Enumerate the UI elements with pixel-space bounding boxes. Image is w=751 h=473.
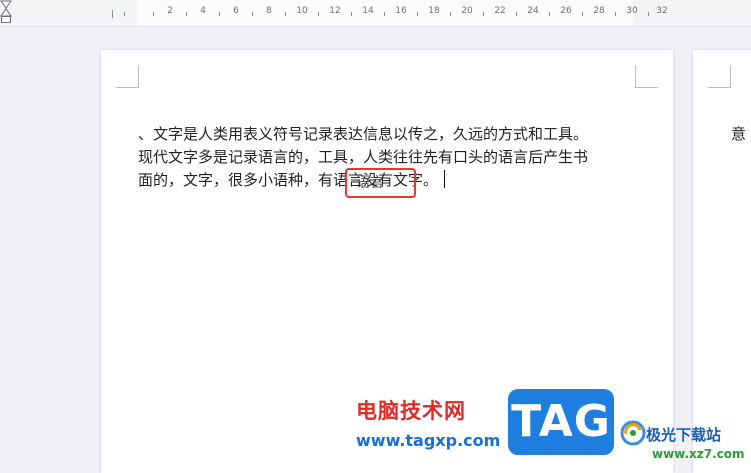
watermark-jiguang-url: www.xz7.com (652, 447, 745, 461)
right-indent-marker-icon[interactable] (0, 0, 12, 20)
text-cursor (444, 170, 446, 188)
ruler-label: 12 (329, 6, 341, 16)
ruler-label: 18 (428, 6, 440, 16)
ruler-label: 6 (233, 6, 239, 16)
watermark-jiguang-name: 极光下载站 (646, 426, 722, 444)
ruler-label: 24 (527, 6, 539, 16)
next-document-page[interactable]: 意 (693, 50, 751, 473)
text-line[interactable]: 、文字是人类用表义符号记录表达信息以传之，久远的方式和工具。 (138, 123, 638, 146)
text-line[interactable]: 现代文字多是记录语言的，工具，人类往往先有口头的语言后产生书 (138, 146, 638, 169)
ruler-label: 28 (593, 6, 605, 16)
ruler-label: 14 (362, 6, 374, 16)
ruler-label: 22 (494, 6, 506, 16)
margin-corner-mark (708, 65, 731, 88)
ruler-label: 8 (266, 6, 272, 16)
next-page-text[interactable]: 意 (731, 123, 746, 146)
ruler-label: 16 (395, 6, 407, 16)
ruler-label: 32 (656, 6, 668, 16)
watermark-site-url: www.tagxp.com (356, 431, 501, 450)
ruler-ticks (112, 10, 649, 18)
ruler-label: 20 (461, 6, 473, 16)
margin-corner-mark (116, 65, 139, 88)
watermark-site-name: 电脑技术网 (356, 399, 466, 423)
ruler-label: 26 (560, 6, 572, 16)
ruler-label: 30 (626, 6, 638, 16)
jiguang-logo-icon (620, 420, 646, 446)
horizontal-ruler[interactable]: 2 4 6 8 10 12 14 16 18 20 22 24 26 28 30… (0, 0, 751, 27)
ruler-label: 10 (296, 6, 308, 16)
ruler-label: 2 (167, 6, 173, 16)
drag-text-ghost: 语言 (356, 175, 384, 191)
tag-logo: TAG (508, 389, 614, 455)
ruler-label: 4 (200, 6, 206, 16)
margin-corner-mark (635, 65, 658, 88)
